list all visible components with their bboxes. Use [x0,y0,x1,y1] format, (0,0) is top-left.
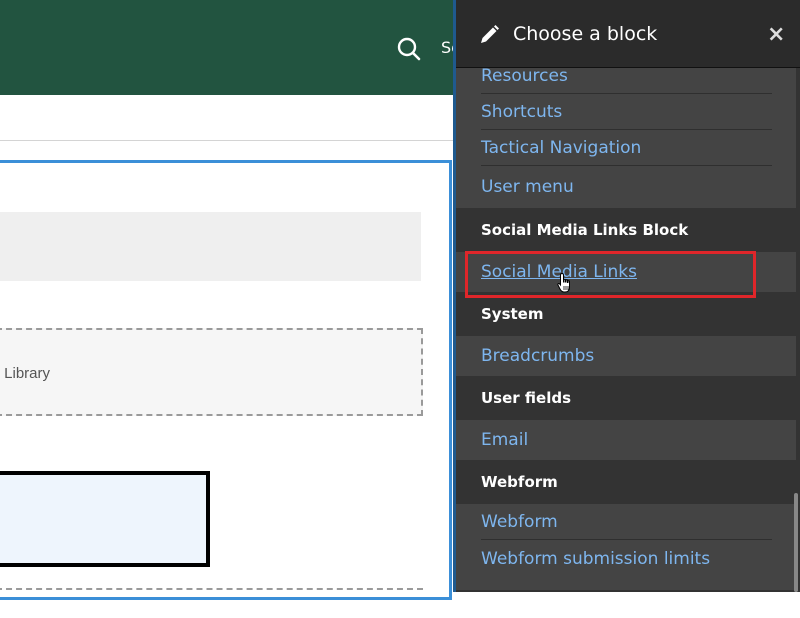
list-item[interactable]: Tactical Navigation [456,130,796,166]
block-group: Resources Shortcuts Tactical Navigation … [456,68,796,208]
secondary-nav [0,95,453,141]
block-list: Resources Shortcuts Tactical Navigation … [456,68,796,592]
block-link-resources[interactable]: Resources [481,68,568,86]
layout-section-header [0,212,421,281]
pencil-icon [481,25,499,43]
block-link-shortcuts[interactable]: Shortcuts [481,102,562,122]
section-header: Social Media Links Block [456,208,796,252]
block-group: Email [456,420,796,460]
block-link-email[interactable]: Email [481,430,528,450]
list-item[interactable]: Email [456,420,796,460]
page: Search Library Choose a block × Resource… [0,0,800,600]
selected-block[interactable] [0,471,210,567]
search-label[interactable]: Search [441,38,453,57]
tray-header: Choose a block × [456,0,800,68]
block-group: Webform Webform submission limits [456,504,796,590]
block-group: Social Media Links [456,252,796,292]
block-link-user-menu[interactable]: User menu [481,177,574,197]
block-link-webform-submission-limits[interactable]: Webform submission limits [481,549,710,569]
block-link-tactical-navigation[interactable]: Tactical Navigation [481,138,641,158]
search-icon[interactable] [396,36,422,62]
section-header: Webform [456,460,796,504]
list-item[interactable]: Breadcrumbs [456,336,796,376]
list-item[interactable]: Webform submission limits [456,540,796,590]
hand-cursor-icon [557,272,570,293]
list-item[interactable]: Resources [456,68,796,94]
block-placeholder-label: Library [4,365,50,382]
section-header: User fields [456,376,796,420]
off-canvas-tray: Choose a block × Resources Shortcuts Tac… [453,0,800,592]
tray-title: Choose a block [513,23,658,45]
list-item[interactable]: Shortcuts [456,94,796,130]
section-header: System [456,292,796,336]
block-placeholder[interactable] [0,328,423,416]
block-link-webform[interactable]: Webform [481,512,558,532]
block-group: Breadcrumbs [456,336,796,376]
block-placeholder-2[interactable] [0,588,423,618]
list-item[interactable]: Webform [456,504,796,540]
tray-scrollbar[interactable] [794,493,798,592]
list-item[interactable]: User menu [456,166,796,208]
site-header: Search [0,0,460,95]
list-item[interactable]: Social Media Links [456,252,796,292]
close-button[interactable]: × [767,22,785,47]
block-link-breadcrumbs[interactable]: Breadcrumbs [481,346,594,366]
